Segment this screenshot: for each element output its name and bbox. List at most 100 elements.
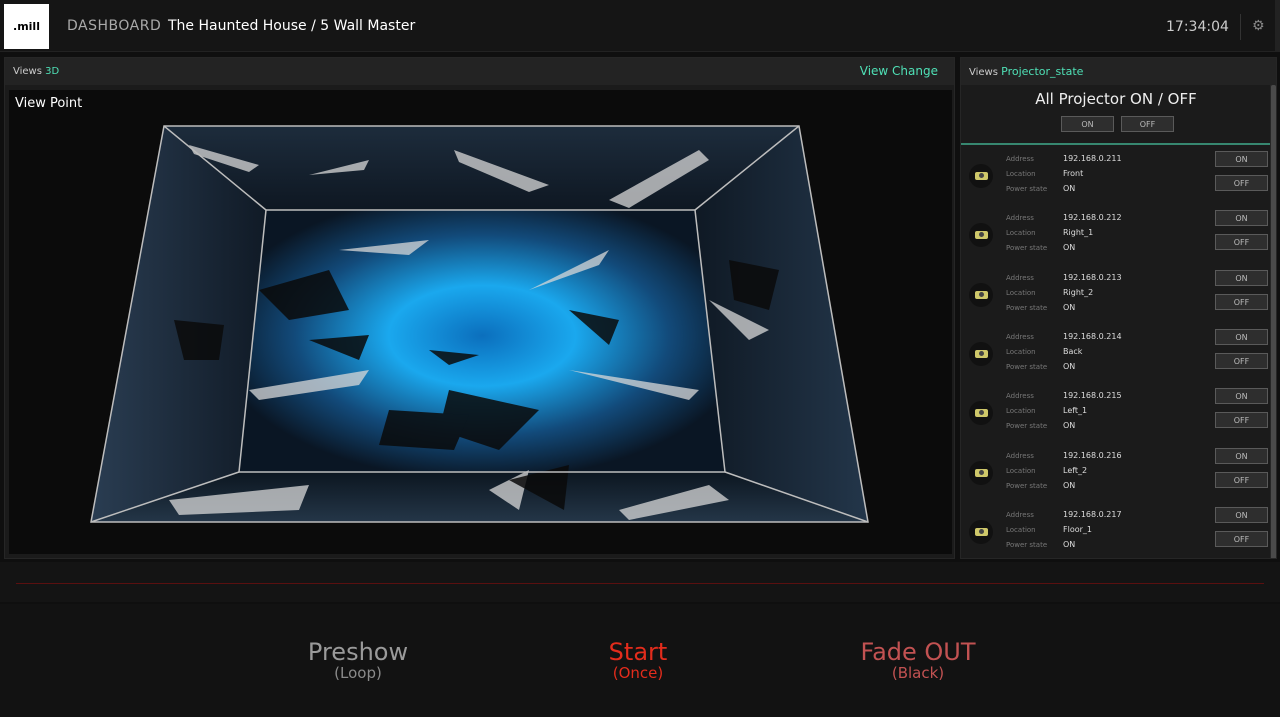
view-3d-panel: Views 3D View Change View Point — [4, 57, 955, 559]
window-edge — [1275, 0, 1280, 52]
projector-icon — [969, 401, 993, 425]
location-value: Back — [1063, 347, 1083, 356]
projector-on-button[interactable]: ON — [1215, 388, 1268, 404]
address-label: Address — [1006, 452, 1034, 460]
projector-item: Address 192.168.0.212 Location Right_1 Power… — [961, 208, 1271, 267]
dashboard-nav-link[interactable]: DASHBOARD — [67, 18, 161, 34]
views-label: Views 3D — [13, 66, 59, 77]
preshow-subtitle: (Loop) — [334, 664, 382, 682]
power-state-value: ON — [1063, 303, 1076, 312]
power-state-label: Power state — [1006, 541, 1048, 549]
projector-icon — [969, 283, 993, 307]
location-value: Front — [1063, 169, 1084, 178]
gear-icon[interactable]: ⚙ — [1252, 18, 1265, 34]
views-mode-3d[interactable]: 3D — [45, 66, 59, 77]
address-label: Address — [1006, 214, 1034, 222]
projector-off-button[interactable]: OFF — [1215, 412, 1268, 428]
timeline-line — [16, 583, 1264, 584]
preshow-title: Preshow — [307, 638, 409, 666]
location-label: Location — [1006, 170, 1036, 178]
preshow-button[interactable]: Preshow (Loop) — [298, 639, 418, 682]
projector-icon — [969, 520, 993, 544]
address-label: Address — [1006, 333, 1034, 341]
projector-on-button[interactable]: ON — [1215, 448, 1268, 464]
power-state-value: ON — [1063, 540, 1076, 549]
projector-item: Address 192.168.0.215 Location Left_1 Power … — [961, 386, 1271, 445]
view-change-button[interactable]: View Change — [860, 64, 938, 78]
projector-item: Address 192.168.0.211 Location Front Power s… — [961, 149, 1271, 208]
location-label: Location — [1006, 526, 1036, 534]
projector-off-button[interactable]: OFF — [1215, 234, 1268, 250]
views-label-text: Views — [13, 66, 42, 77]
separator-area — [0, 562, 1280, 602]
address-value: 192.168.0.213 — [1063, 273, 1122, 282]
location-value: Left_2 — [1063, 466, 1088, 475]
fade-title: Fade OUT — [860, 638, 976, 666]
fade-subtitle: (Black) — [891, 664, 945, 682]
viewpoint-label: View Point — [15, 96, 83, 111]
projector-icon — [969, 342, 993, 366]
projector-toolbar: Views Projector_state — [961, 58, 1276, 85]
views-mode-projector[interactable]: Projector_state — [1001, 65, 1083, 78]
clock: 17:34:04 — [1166, 19, 1229, 35]
address-value: 192.168.0.212 — [1063, 213, 1122, 222]
3d-viewport[interactable]: View Point — [9, 90, 952, 554]
all-projectors-on-button[interactable]: ON — [1061, 116, 1114, 132]
projector-off-button[interactable]: OFF — [1215, 472, 1268, 488]
address-value: 192.168.0.217 — [1063, 510, 1122, 519]
top-header: .mill DASHBOARD The Haunted House / 5 Wa… — [0, 0, 1280, 52]
view-3d-toolbar: Views 3D View Change — [5, 58, 954, 85]
all-projectors-off-button[interactable]: OFF — [1121, 116, 1174, 132]
power-state-label: Power state — [1006, 304, 1048, 312]
address-label: Address — [1006, 392, 1034, 400]
address-label: Address — [1006, 155, 1034, 163]
power-state-value: ON — [1063, 243, 1076, 252]
address-label: Address — [1006, 511, 1034, 519]
location-label: Location — [1006, 229, 1036, 237]
power-state-value: ON — [1063, 362, 1076, 371]
power-state-label: Power state — [1006, 185, 1048, 193]
all-projector-title: All Projector ON / OFF — [1035, 90, 1197, 108]
projector-off-button[interactable]: OFF — [1215, 294, 1268, 310]
address-value: 192.168.0.216 — [1063, 451, 1122, 460]
projector-item: Address 192.168.0.217 Location Floor_1 Power… — [961, 505, 1271, 558]
power-state-value: ON — [1063, 184, 1076, 193]
projector-icon — [969, 461, 993, 485]
projector-icon — [969, 164, 993, 188]
power-state-label: Power state — [1006, 244, 1048, 252]
projector-item: Address 192.168.0.216 Location Left_2 Power … — [961, 446, 1271, 505]
room-3d-render — [90, 125, 869, 523]
header-divider — [1240, 14, 1241, 40]
power-state-label: Power state — [1006, 363, 1048, 371]
projector-on-button[interactable]: ON — [1215, 270, 1268, 286]
location-label: Location — [1006, 348, 1036, 356]
app-logo[interactable]: .mill — [4, 4, 49, 49]
address-value: 192.168.0.215 — [1063, 391, 1122, 400]
location-value: Floor_1 — [1063, 525, 1092, 534]
projector-on-button[interactable]: ON — [1215, 329, 1268, 345]
fade-out-button[interactable]: Fade OUT (Black) — [848, 639, 988, 682]
projector-off-button[interactable]: OFF — [1215, 175, 1268, 191]
projector-item: Address 192.168.0.213 Location Right_2 Power… — [961, 268, 1271, 327]
start-button[interactable]: Start (Once) — [588, 639, 688, 682]
address-value: 192.168.0.214 — [1063, 332, 1122, 341]
projector-on-button[interactable]: ON — [1215, 210, 1268, 226]
power-state-value: ON — [1063, 421, 1076, 430]
page-title: The Haunted House / 5 Wall Master — [168, 18, 416, 34]
projector-off-button[interactable]: OFF — [1215, 353, 1268, 369]
projector-views-text: Views — [969, 67, 998, 78]
location-label: Location — [1006, 407, 1036, 415]
start-subtitle: (Once) — [612, 664, 664, 682]
power-state-label: Power state — [1006, 482, 1048, 490]
projector-on-button[interactable]: ON — [1215, 151, 1268, 167]
projector-divider — [961, 143, 1271, 145]
power-state-value: ON — [1063, 481, 1076, 490]
location-value: Left_1 — [1063, 406, 1088, 415]
projector-on-button[interactable]: ON — [1215, 507, 1268, 523]
projector-off-button[interactable]: OFF — [1215, 531, 1268, 547]
location-label: Location — [1006, 467, 1036, 475]
power-state-label: Power state — [1006, 422, 1048, 430]
projector-views-label: Views Projector_state — [969, 65, 1083, 78]
scrollbar-thumb[interactable] — [1271, 85, 1276, 558]
projector-scrollbar[interactable] — [1270, 85, 1276, 558]
